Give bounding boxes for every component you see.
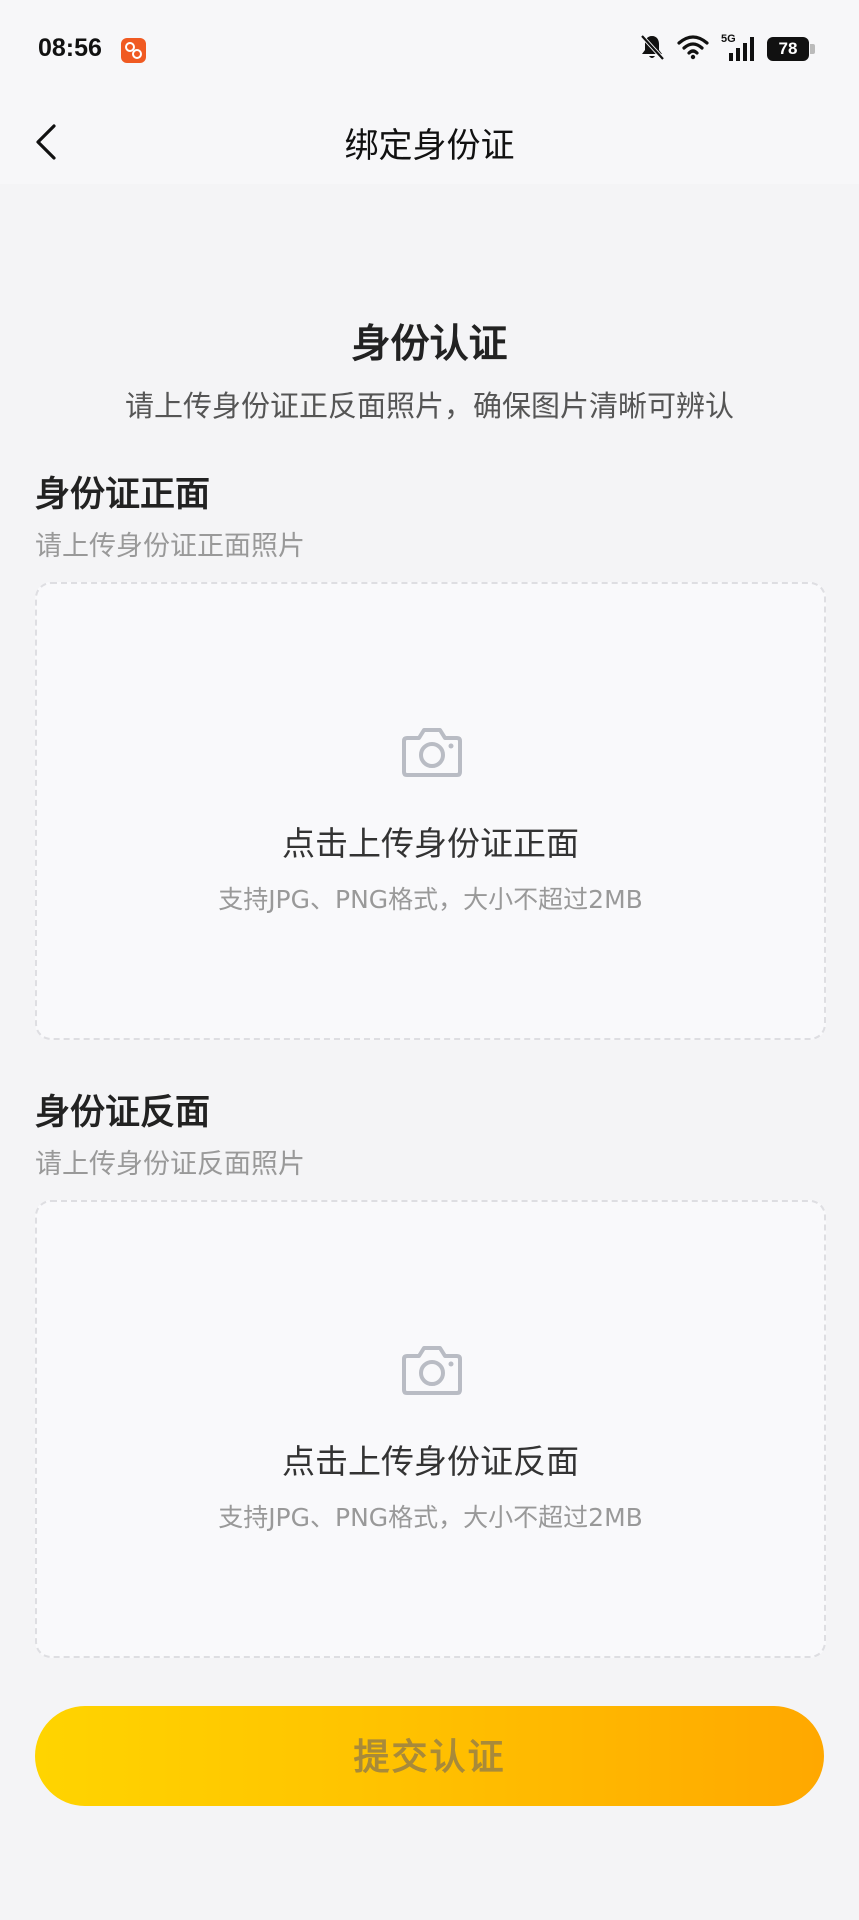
back-upload-area[interactable]: 点击上传身份证反面 支持JPG、PNG格式，大小不超过2MB [35, 1200, 826, 1658]
bell-muted-icon [639, 33, 665, 65]
front-section-title: 身份证正面 [35, 475, 211, 515]
signal-icon: 5G [721, 33, 755, 63]
wifi-icon [677, 34, 709, 64]
camera-icon [402, 1346, 462, 1395]
battery-icon: 78 [767, 37, 815, 61]
status-bar: 08:56 5G 78 [0, 0, 859, 100]
camera-icon [402, 728, 462, 777]
back-upload-label: 点击上传身份证反面 [282, 1442, 579, 1481]
front-section-hint: 请上传身份证正面照片 [35, 531, 305, 562]
back-section-title: 身份证反面 [35, 1093, 211, 1133]
front-upload-area[interactable]: 点击上传身份证正面 支持JPG、PNG格式，大小不超过2MB [35, 582, 826, 1040]
page-title: 绑定身份证 [344, 126, 515, 166]
front-format-hint: 支持JPG、PNG格式，大小不超过2MB [218, 885, 643, 914]
status-time: 08:56 [38, 34, 102, 62]
nav-bar: 绑定身份证 [0, 100, 859, 184]
verification-subtitle: 请上传身份证正反面照片，确保图片清晰可辨认 [124, 389, 734, 423]
back-format-hint: 支持JPG、PNG格式，大小不超过2MB [218, 1503, 643, 1532]
back-section-hint: 请上传身份证反面照片 [35, 1149, 305, 1180]
front-upload-label: 点击上传身份证正面 [282, 824, 579, 863]
status-icons: 5G 78 [639, 33, 815, 65]
app-notification-icon [121, 38, 146, 63]
submit-verification-button[interactable]: 提交认证 [35, 1706, 824, 1806]
verification-title: 身份认证 [351, 322, 508, 367]
